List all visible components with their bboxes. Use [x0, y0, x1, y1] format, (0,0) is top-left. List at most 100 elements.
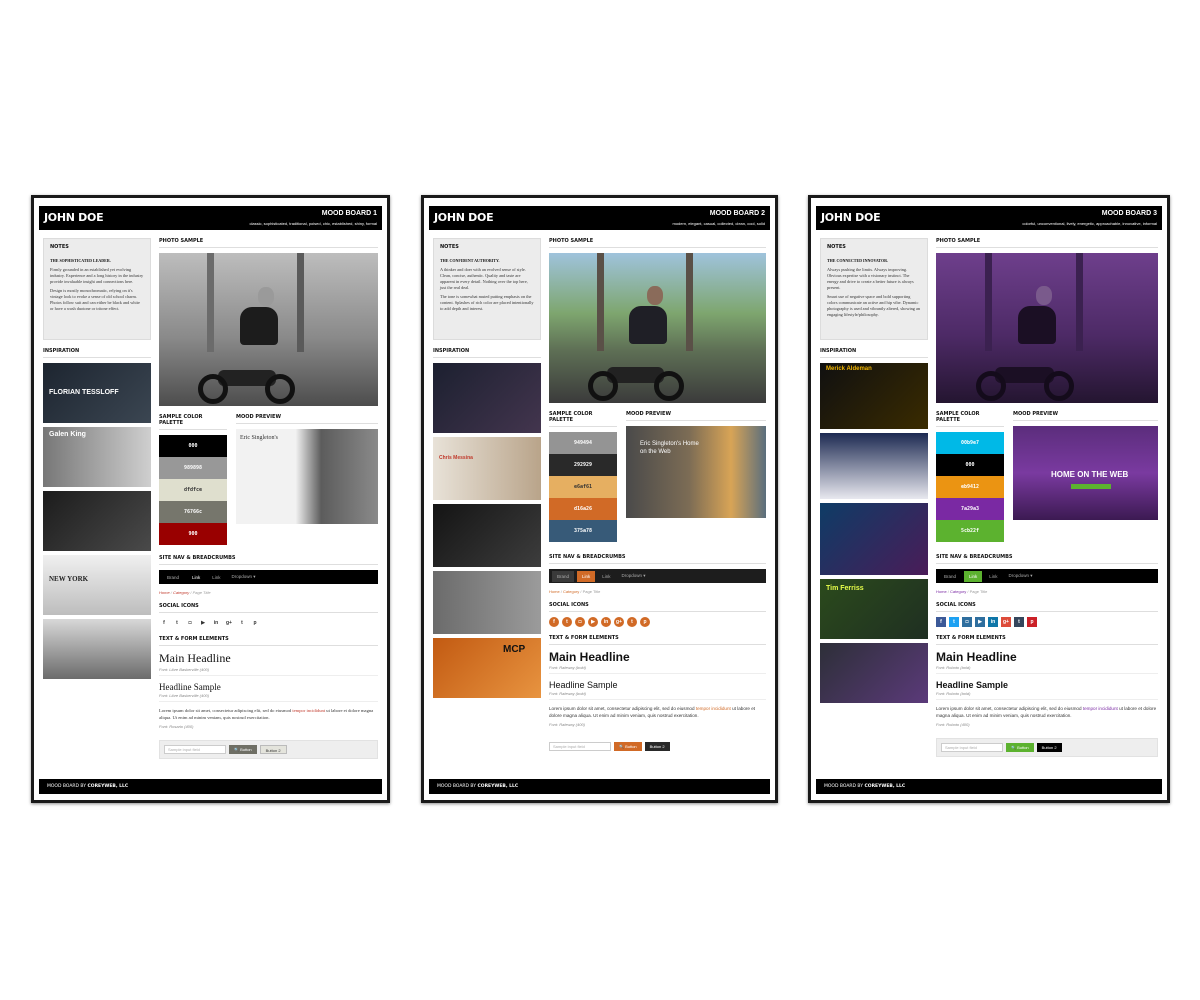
breadcrumb-home[interactable]: Home — [549, 589, 560, 594]
right-column: PHOTO SAMPLE SAMPLE COLOR PALETTE 00b9e7… — [936, 238, 1158, 757]
youtube-icon[interactable]: ▶ — [588, 617, 598, 627]
nav-dropdown[interactable]: Dropdown ▾ — [1005, 570, 1037, 582]
form-sample: Sample input field 🔍 Button Button 2 — [549, 738, 766, 755]
tumblr-icon[interactable]: t — [1014, 617, 1024, 627]
breadcrumb-page: Page Title — [582, 589, 601, 594]
notes-panel: NOTES THE SOPHISTICATED LEADER. Firmly g… — [43, 238, 151, 340]
inspiration-thumbnail[interactable] — [433, 504, 541, 567]
nav-link-active[interactable]: Link — [187, 572, 205, 583]
palette-title: SAMPLE COLOR PALETTE — [936, 411, 1004, 427]
google-plus-icon[interactable]: g+ — [224, 618, 234, 628]
inspiration-thumbnail[interactable] — [820, 643, 928, 703]
breadcrumb-category[interactable]: Category — [563, 589, 579, 594]
inspiration-thumbnail[interactable]: Chris Messina — [433, 437, 541, 500]
body-highlight-link[interactable]: tempor incididunt — [1083, 706, 1118, 711]
youtube-icon[interactable]: ▶ — [975, 617, 985, 627]
breadcrumb-home[interactable]: Home — [936, 589, 947, 594]
font-note: Font: Libre Baskerville (400) — [159, 667, 378, 676]
notes-paragraph: A thinker and doer with an evolved sense… — [440, 267, 528, 290]
search-button[interactable]: 🔍 Button — [1006, 743, 1034, 752]
color-palette: SAMPLE COLOR PALETTE 949494 292929 e6af6… — [549, 411, 617, 542]
inspiration-thumbnail[interactable]: Galen King — [43, 427, 151, 487]
breadcrumb-home[interactable]: Home — [159, 590, 170, 595]
nav-brand[interactable]: Brand — [552, 570, 575, 582]
inspiration-thumbnail[interactable]: NEW YORK — [43, 555, 151, 615]
nav-dropdown[interactable]: Dropdown ▾ — [618, 570, 650, 582]
notes-title: NOTES — [50, 244, 69, 250]
button-2[interactable]: Button 2 — [644, 742, 670, 751]
nav-dropdown[interactable]: Dropdown ▾ — [228, 571, 260, 583]
right-column: PHOTO SAMPLE SAMPLE COLOR PALETTE 949494… — [549, 238, 766, 755]
notes-paragraph: Design is mostly monochromatic, relying … — [50, 288, 140, 311]
sample-input-field[interactable]: Sample input field — [941, 743, 1003, 752]
button-2[interactable]: Button 2 — [259, 745, 287, 754]
nav-link-active[interactable]: Link — [964, 570, 983, 582]
inspiration-thumbnail[interactable] — [43, 619, 151, 679]
instagram-icon[interactable]: ◘ — [575, 617, 585, 627]
facebook-icon[interactable]: f — [936, 617, 946, 627]
inspiration-thumbnail[interactable]: Merick Aldeman — [820, 363, 928, 429]
linkedin-icon[interactable]: in — [601, 617, 611, 627]
nav-link[interactable]: Link — [985, 571, 1001, 582]
instagram-icon[interactable]: ◘ — [185, 618, 195, 628]
button-2[interactable]: Button 2 — [1036, 743, 1062, 752]
client-name: JOHN DOE — [44, 211, 104, 224]
headline-sample: Headline Sample — [159, 682, 221, 692]
pinterest-icon[interactable]: p — [1027, 617, 1037, 627]
nav-bar: Brand Link Link Dropdown ▾ — [549, 569, 766, 583]
pinterest-icon[interactable]: p — [640, 617, 650, 627]
instagram-icon[interactable]: ◘ — [962, 617, 972, 627]
board-header: JOHN DOE MOOD BOARD 3 colorful, unconven… — [816, 206, 1162, 230]
youtube-icon[interactable]: ▶ — [198, 618, 208, 628]
right-column: PHOTO SAMPLE SAMPLE COLOR PALETTE 000 98… — [159, 238, 378, 759]
body-highlight-link[interactable]: tempor incididunt — [696, 706, 731, 711]
search-button[interactable]: 🔍 Button — [229, 745, 257, 754]
font-note: Font: Roboto (400) — [936, 722, 970, 727]
google-plus-icon[interactable]: g+ — [1001, 617, 1011, 627]
body-highlight-link[interactable]: tempor incididunt — [292, 708, 325, 713]
form-sample: Sample input field 🔍 Button Button 2 — [936, 738, 1158, 757]
board-subtitle: classic, sophisticated, traditional, poi… — [249, 221, 377, 226]
font-note: Font: Rosario (400) — [159, 724, 194, 729]
font-note: Font: Libre Baskerville (400) — [159, 693, 378, 702]
search-button[interactable]: 🔍 Button — [614, 742, 642, 751]
twitter-icon[interactable]: t — [562, 617, 572, 627]
nav-link[interactable]: Link — [598, 571, 614, 582]
nav-brand[interactable]: Brand — [162, 572, 184, 583]
board-header: JOHN DOE MOOD BOARD 2 modern, elegant, c… — [429, 206, 770, 230]
inspiration-thumbnail[interactable] — [820, 433, 928, 499]
mood-preview: Eric Singleton's Home on the Web — [626, 426, 766, 518]
sample-input-field[interactable]: Sample input field — [549, 742, 611, 751]
inspiration-thumbnail[interactable] — [43, 491, 151, 551]
nav-brand[interactable]: Brand — [939, 571, 961, 582]
pinterest-icon[interactable]: p — [250, 618, 260, 628]
breadcrumb-category[interactable]: Category — [950, 589, 966, 594]
nav-link-active[interactable]: Link — [577, 570, 596, 582]
breadcrumb-category[interactable]: Category — [173, 590, 189, 595]
inspiration-thumbnail[interactable]: Tim Ferriss — [820, 579, 928, 639]
google-plus-icon[interactable]: g+ — [614, 617, 624, 627]
twitter-icon[interactable]: t — [949, 617, 959, 627]
facebook-icon[interactable]: f — [159, 618, 169, 628]
left-column: NOTES THE CONNECTED INNOVATOR. Always pu… — [820, 238, 928, 707]
linkedin-icon[interactable]: in — [988, 617, 998, 627]
twitter-icon[interactable]: t — [172, 618, 182, 628]
font-note: Font: Raleway (bold) — [549, 665, 766, 674]
sample-input-field[interactable]: Sample input field — [164, 745, 226, 754]
mood-preview: Eric Singleton's — [236, 429, 378, 524]
inspiration-thumbnail[interactable] — [433, 571, 541, 634]
board-title: MOOD BOARD 2 — [709, 210, 765, 217]
preview-cta-bar — [1071, 484, 1111, 489]
linkedin-icon[interactable]: in — [211, 618, 221, 628]
breadcrumb: Home / Category / Page Title — [549, 589, 601, 594]
tumblr-icon[interactable]: t — [237, 618, 247, 628]
inspiration-thumbnail[interactable] — [433, 363, 541, 433]
body-text: Lorem ipsum dolor sit amet, consectetur … — [549, 706, 766, 719]
tumblr-icon[interactable]: t — [627, 617, 637, 627]
inspiration-thumbnail[interactable]: FLORIAN TESSLOFF — [43, 363, 151, 423]
inspiration-title: INSPIRATION — [43, 348, 151, 358]
inspiration-thumbnail[interactable] — [820, 503, 928, 575]
inspiration-thumbnail[interactable]: MCP — [433, 638, 541, 698]
nav-link[interactable]: Link — [208, 572, 224, 583]
facebook-icon[interactable]: f — [549, 617, 559, 627]
